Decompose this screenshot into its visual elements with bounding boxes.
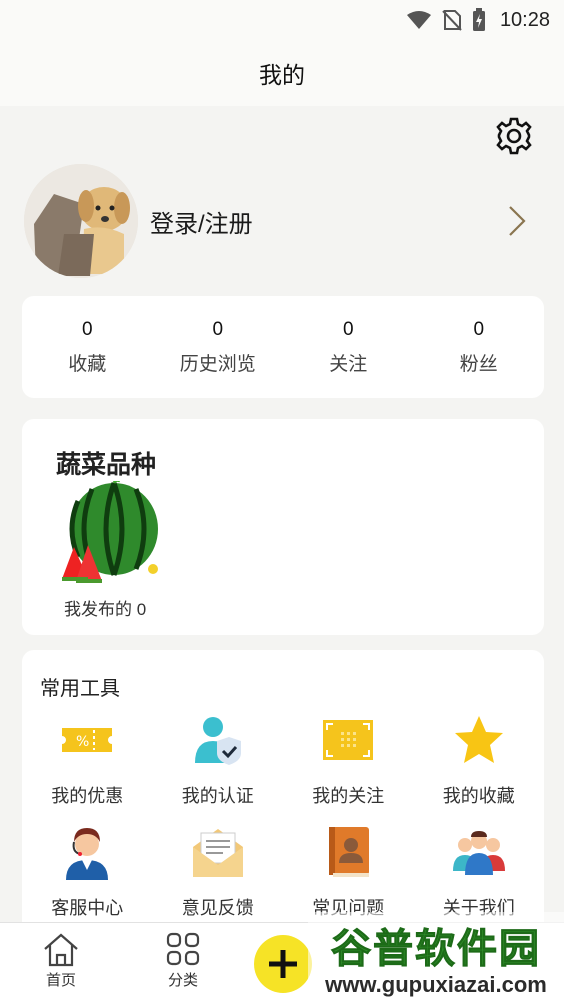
faq-book-icon [329,827,370,877]
feedback-envelope-icon [192,829,243,877]
tool-about-us[interactable]: 关于我们 [414,822,545,926]
stat-value: 0 [473,318,485,340]
stat-value: 0 [212,318,224,340]
header: 我的 [0,40,564,106]
profile-login-row[interactable]: 登录/注册 [24,164,540,278]
grid-icon [166,932,200,966]
vegetable-variety-card: 蔬菜品种 我发布的 0 [22,419,544,635]
tool-customer-service[interactable]: 客服中心 [22,822,153,926]
stat-value: 0 [81,318,93,340]
tool-feedback[interactable]: 意见反馈 [153,822,284,926]
add-post-button[interactable] [254,935,312,993]
tool-label: 我的关注 [312,786,385,806]
vegetable-card-title: 蔬菜品种 [56,451,157,479]
wifi-icon [406,11,431,29]
home-icon [44,933,78,967]
my-published-count[interactable]: 我发布的 0 [64,595,146,620]
chevron-right-icon [509,206,526,236]
battery-charging-icon [472,8,485,31]
stat-label: 历史浏览 [179,353,256,375]
tool-label: 客服中心 [51,898,124,918]
customer-service-icon [66,828,109,880]
stat-label: 收藏 [68,353,107,375]
team-icon [452,831,505,875]
tool-my-following[interactable]: 我的关注 [283,710,414,814]
settings-button[interactable] [494,116,534,156]
tool-label: 我的认证 [181,786,254,806]
avatar[interactable] [24,164,138,278]
puppy-avatar-image [24,164,138,278]
tab-category[interactable]: 分类 [138,931,228,990]
watermelon-icon[interactable] [58,481,162,585]
tool-label: 我的优惠 [51,786,124,806]
stat-history[interactable]: 0 历史浏览 [153,319,284,376]
tool-label: 我的收藏 [442,786,515,806]
common-tools-card: 常用工具 % 我的优惠 我的认证 我的关注 我的收藏 客服中心 意见反馈 常见问… [22,650,544,940]
stats-card: 0 收藏 0 历史浏览 0 关注 0 粉丝 [22,296,544,398]
svg-text:%: % [76,734,89,750]
stat-label: 粉丝 [459,353,498,375]
status-time: 10:28 [499,8,550,31]
status-bar: 10:28 [0,0,564,40]
tool-label: 意见反馈 [181,898,254,918]
tab-label: 首页 [45,972,76,989]
tab-home[interactable]: 首页 [16,931,106,990]
watermark-url: www.gupuxiazai.com [325,972,547,997]
coupon-icon: % [62,728,113,752]
tool-faq[interactable]: 常见问题 [283,822,414,926]
no-sim-icon [442,10,462,31]
stat-fans[interactable]: 0 粉丝 [414,319,545,376]
stat-value: 0 [342,318,354,340]
login-register-link[interactable]: 登录/注册 [150,204,253,239]
plus-icon [269,950,297,978]
tool-my-verification[interactable]: 我的认证 [153,710,284,814]
watermark-logo: 谷普软件园 www.gupuxiazai.com [308,912,564,1002]
stat-label: 关注 [329,353,368,375]
focus-frame-icon [323,720,374,760]
tool-my-favorites[interactable]: 我的收藏 [414,710,545,814]
tool-my-coupons[interactable]: % 我的优惠 [22,710,153,814]
stat-favorites[interactable]: 0 收藏 [22,319,153,376]
tools-grid: % 我的优惠 我的认证 我的关注 我的收藏 客服中心 意见反馈 常见问题 关于我… [22,710,544,926]
star-icon [454,716,503,763]
tools-title: 常用工具 [40,678,120,700]
page-title: 我的 [259,62,305,88]
gear-icon [496,117,532,155]
stat-following[interactable]: 0 关注 [283,319,414,376]
verified-user-icon [194,717,241,765]
watermark-title: 谷普软件园 [331,926,541,973]
tab-label: 分类 [167,972,198,989]
